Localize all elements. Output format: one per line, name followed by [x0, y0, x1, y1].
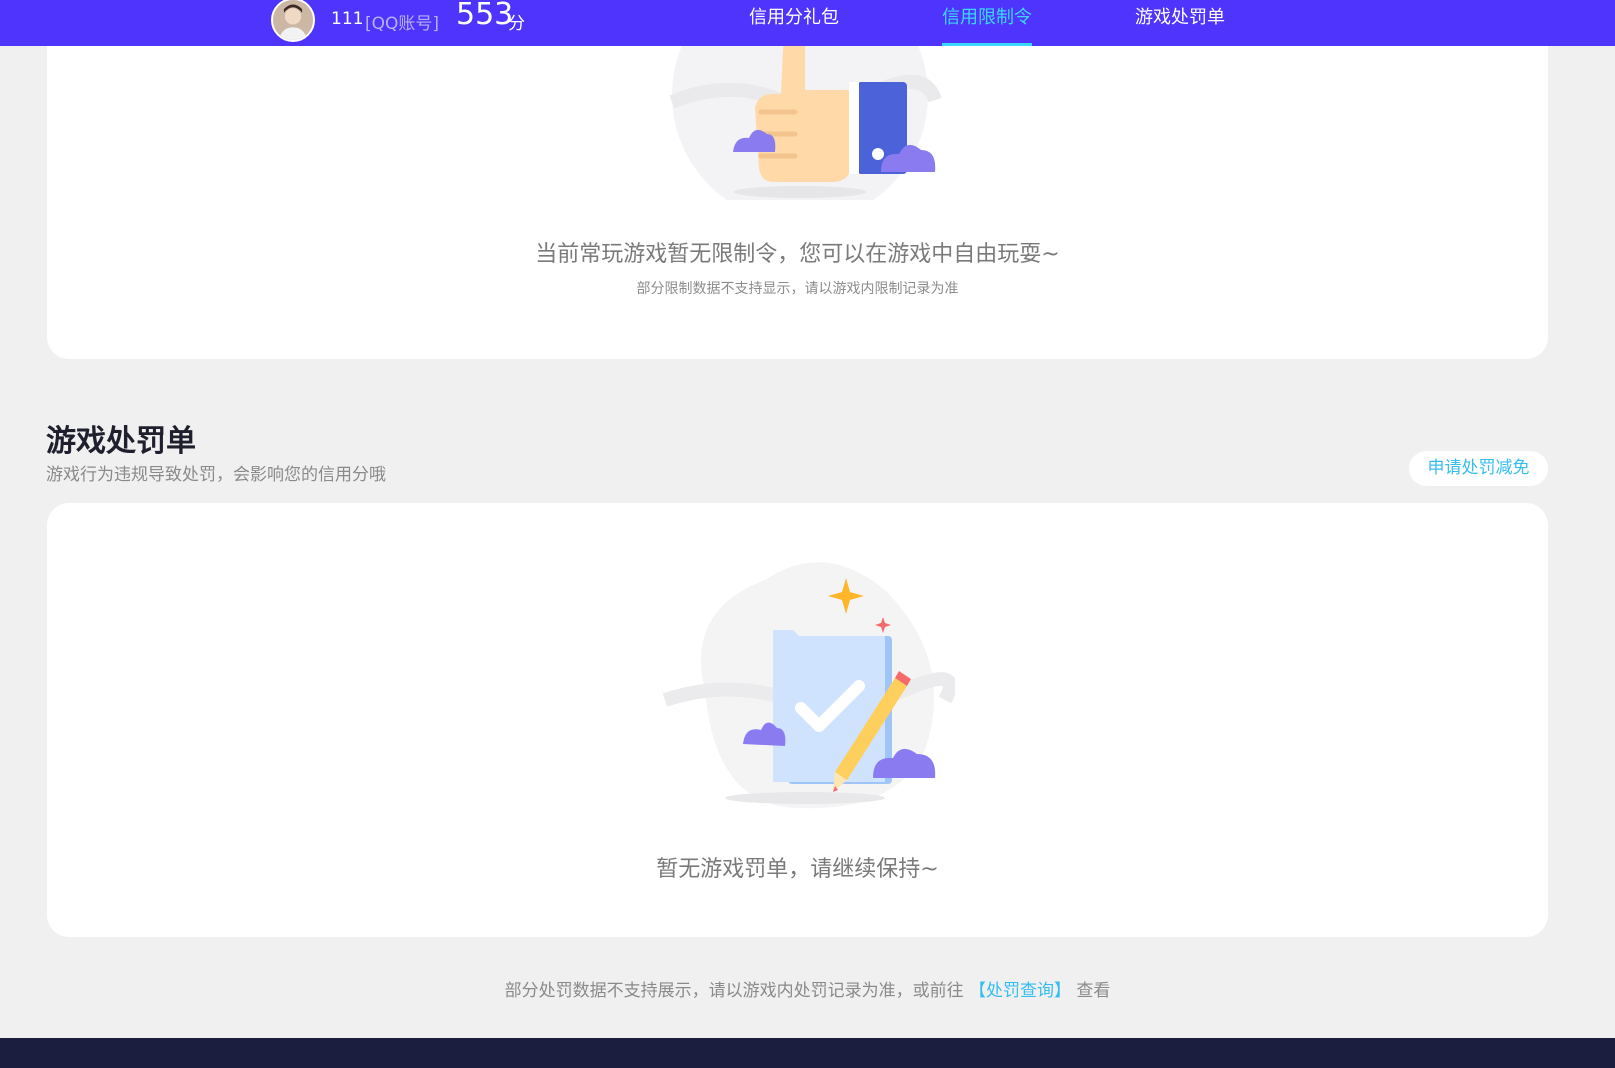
tab-label: 信用限制令 [942, 7, 1032, 28]
bottom-bar [0, 1038, 1615, 1068]
tab-credit-gift[interactable]: 信用分礼包 [749, 5, 839, 46]
section-description: 游戏行为违规导致处罚，会影响您的信用分哦 [46, 465, 386, 485]
penalty-query-link[interactable]: 【处罚查询】 [969, 981, 1071, 1001]
limit-empty-card: 当前常玩游戏暂无限制令，您可以在游戏中自由玩耍~ 部分限制数据不支持显示，请以游… [47, 0, 1548, 359]
avatar-photo-icon [273, 0, 313, 40]
active-tab-underline [942, 43, 1032, 46]
tab-game-penalty[interactable]: 游戏处罚单 [1135, 5, 1225, 46]
account-type-label: [QQ账号] [365, 14, 440, 34]
account-id: 111 [331, 9, 364, 29]
credit-score-unit: 分 [508, 14, 525, 34]
tab-label: 信用分礼包 [749, 7, 839, 28]
footer-note: 部分处罚数据不支持展示，请以游戏内处罚记录为准，或前往 【处罚查询】 查看 [0, 976, 1615, 1001]
footer-note-suffix: 查看 [1076, 981, 1111, 1001]
credit-score-value: 553 [456, 0, 514, 32]
limit-empty-title: 当前常玩游戏暂无限制令，您可以在游戏中自由玩耍~ [535, 242, 1060, 267]
tab-label: 游戏处罚单 [1135, 7, 1225, 28]
apply-penalty-reduction-button[interactable]: 申请处罚减免 [1409, 451, 1548, 486]
penalty-empty-title: 暂无游戏罚单，请继续保持~ [656, 857, 939, 882]
document-check-illustration [662, 562, 955, 809]
tab-credit-limit[interactable]: 信用限制令 [942, 5, 1032, 46]
limit-empty-note: 部分限制数据不支持显示，请以游戏内限制记录为准 [636, 281, 959, 297]
footer-note-text: 部分处罚数据不支持展示，请以游戏内处罚记录为准，或前往 [504, 981, 964, 1001]
section-title: 游戏处罚单 [46, 424, 196, 459]
top-navigation-bar: 111 [QQ账号] 553 分 信用分礼包 信用限制令 游戏处罚单 [0, 0, 1615, 46]
page: 当前常玩游戏暂无限制令，您可以在游戏中自由玩耍~ 部分限制数据不支持显示，请以游… [0, 0, 1615, 1068]
avatar[interactable] [271, 0, 315, 42]
penalty-empty-card: 暂无游戏罚单，请继续保持~ [47, 503, 1548, 937]
